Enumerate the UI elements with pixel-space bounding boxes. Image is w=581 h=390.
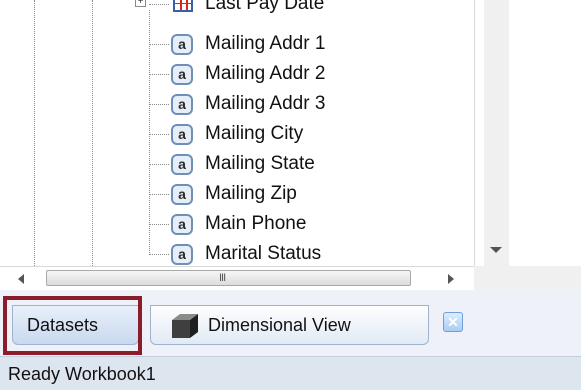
tree-item-label: Main Phone xyxy=(205,213,307,234)
highlight-annotation xyxy=(3,296,142,355)
horizontal-scrollbar[interactable]: III xyxy=(0,266,474,291)
text-field-icon: a xyxy=(171,34,193,55)
tree-item-label: Mailing State xyxy=(205,153,315,174)
text-field-icon: a xyxy=(171,244,193,265)
tree-branch-line xyxy=(149,4,169,5)
tree-branch-line xyxy=(149,104,169,105)
tree-item-mailing-zip[interactable]: a Mailing Zip xyxy=(149,180,469,210)
tree-guide-line xyxy=(92,0,93,266)
tree-guide-line xyxy=(34,0,35,266)
tree-branch-line xyxy=(149,194,169,195)
tree-item-label: Last Pay Date xyxy=(205,0,325,14)
status-bar: Ready Workbook1 xyxy=(0,356,581,390)
date-grid-icon xyxy=(173,0,193,12)
tree-branch-line xyxy=(149,44,169,45)
vertical-scrollbar[interactable] xyxy=(474,0,581,266)
text-field-icon: a xyxy=(171,94,193,115)
tree-item-label: Mailing City xyxy=(205,123,304,144)
scroll-right-arrow-icon[interactable] xyxy=(448,274,454,284)
tree-item-label: Mailing Addr 2 xyxy=(205,63,326,84)
text-field-icon: a xyxy=(171,124,193,145)
tab-dimensional-view[interactable]: Dimensional View xyxy=(150,305,429,345)
tree-item-marital-status[interactable]: a Marital Status xyxy=(149,240,469,266)
scrollbar-corner xyxy=(474,266,581,290)
tree-branch-line xyxy=(149,164,169,165)
scroll-grip-icon: III xyxy=(219,272,226,284)
text-field-icon: a xyxy=(171,154,193,175)
tab-label: Dimensional View xyxy=(208,315,351,335)
expand-icon[interactable]: + xyxy=(135,0,146,7)
close-tab-icon[interactable]: ✕ xyxy=(443,312,463,332)
tree-item-label: Mailing Addr 1 xyxy=(205,33,326,54)
tree-branch-line xyxy=(149,224,169,225)
cube-icon xyxy=(172,314,198,338)
tree-item-label: Mailing Zip xyxy=(205,183,297,204)
tree-item-mailing-addr-2[interactable]: a Mailing Addr 2 xyxy=(149,60,469,90)
tree-item-label: Mailing Addr 3 xyxy=(205,93,326,114)
text-field-icon: a xyxy=(171,214,193,235)
tree-item-mailing-state[interactable]: a Mailing State xyxy=(149,150,469,180)
text-field-icon: a xyxy=(171,184,193,205)
tree-item-mailing-addr-3[interactable]: a Mailing Addr 3 xyxy=(149,90,469,120)
tree-item-main-phone[interactable]: a Main Phone xyxy=(149,210,469,240)
field-tree-panel: + Last Pay Date a Mailing Addr 1 a Maili… xyxy=(0,0,581,291)
tree-item-mailing-city[interactable]: a Mailing City xyxy=(149,120,469,150)
tree-branch-line xyxy=(149,254,169,255)
tree-item-mailing-addr-1[interactable]: a Mailing Addr 1 xyxy=(149,30,469,60)
vertical-scroll-track[interactable] xyxy=(484,0,509,266)
tree-item-last-pay-date[interactable]: + Last Pay Date xyxy=(135,0,469,20)
scroll-left-arrow-icon[interactable] xyxy=(18,274,24,284)
field-tree: + Last Pay Date a Mailing Addr 1 a Maili… xyxy=(0,0,474,266)
horizontal-scroll-thumb[interactable]: III xyxy=(46,270,411,286)
tree-item-label: Marital Status xyxy=(205,243,322,264)
tree-branch-line xyxy=(149,134,169,135)
status-text: Ready Workbook1 xyxy=(8,364,156,384)
tree-branch-line xyxy=(149,74,169,75)
text-field-icon: a xyxy=(171,64,193,85)
scroll-down-arrow-icon[interactable] xyxy=(490,247,502,253)
